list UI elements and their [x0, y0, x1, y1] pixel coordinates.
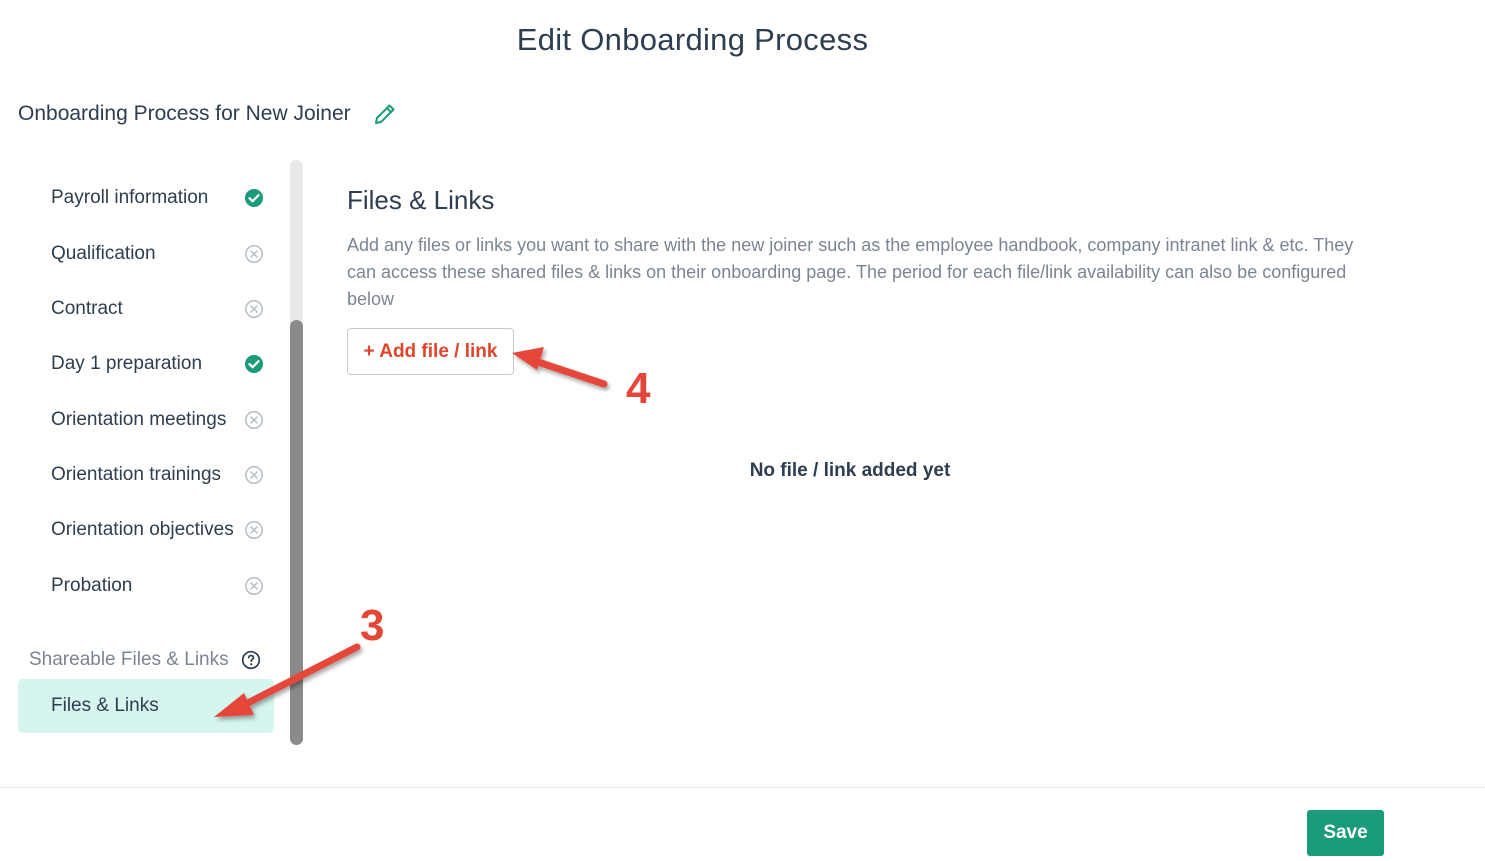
footer-divider — [0, 787, 1485, 788]
section-description: Add any files or links you want to share… — [347, 235, 1354, 309]
arrow-to-add-button — [512, 347, 608, 388]
section-label: Shareable Files & Links — [29, 649, 229, 670]
annotation-number-3: 3 — [360, 601, 385, 650]
sidebar-item-label: Orientation meetings — [51, 409, 227, 430]
section-title: Files & Links — [347, 185, 495, 215]
annotation-number-4: 4 — [626, 364, 651, 413]
sidebar-item-orientation-meetings[interactable]: Orientation meetings — [18, 400, 274, 440]
sidebar-item-orientation-objectives[interactable]: Orientation objectives — [18, 510, 274, 550]
sidebar-item-label: Contract — [51, 298, 123, 319]
x-circle-icon — [245, 411, 263, 429]
sidebar-item-label: Orientation objectives — [51, 519, 234, 540]
sidebar-item-label: Files & Links — [51, 695, 159, 716]
sidebar-scrollbar[interactable] — [290, 160, 303, 745]
page-title: Edit Onboarding Process — [516, 22, 869, 57]
files-links-panel: Files & Links Add any files or links you… — [347, 185, 1357, 313]
x-circle-icon — [245, 245, 263, 263]
section-header-shareable: Shareable Files & Links — [29, 646, 261, 674]
sidebar-item-label: Probation — [51, 575, 133, 596]
sidebar-item-probation[interactable]: Probation — [18, 566, 274, 606]
sidebar-item-payroll-information[interactable]: Payroll information — [18, 178, 274, 218]
sidebar-item-qualification[interactable]: Qualification — [18, 234, 274, 274]
check-circle-icon — [245, 355, 263, 373]
sidebar-item-files-links[interactable]: Files & Links — [18, 679, 274, 733]
save-button[interactable]: Save — [1307, 810, 1384, 856]
process-name: Onboarding Process for New Joiner — [18, 102, 351, 125]
pencil-icon[interactable] — [373, 102, 397, 126]
sidebar-item-label: Payroll information — [51, 187, 209, 208]
question-circle-icon[interactable] — [241, 650, 261, 670]
x-circle-icon — [245, 577, 263, 595]
sidebar-item-label: Day 1 preparation — [51, 353, 203, 374]
x-circle-icon — [245, 300, 263, 318]
sidebar-item-day-1-preparation[interactable]: Day 1 preparation — [18, 344, 274, 384]
x-circle-icon — [245, 466, 263, 484]
x-circle-icon — [245, 521, 263, 539]
scrollbar-thumb[interactable] — [290, 320, 303, 745]
sidebar-item-label: Orientation trainings — [51, 464, 222, 485]
process-header: Onboarding Process for New Joiner — [18, 100, 397, 128]
check-circle-icon — [245, 189, 263, 207]
add-file-link-button[interactable]: + Add file / link — [347, 328, 514, 375]
sidebar-item-contract[interactable]: Contract — [18, 289, 274, 329]
sidebar-item-orientation-trainings[interactable]: Orientation trainings — [18, 455, 274, 495]
sidebar-item-label: Qualification — [51, 243, 156, 264]
